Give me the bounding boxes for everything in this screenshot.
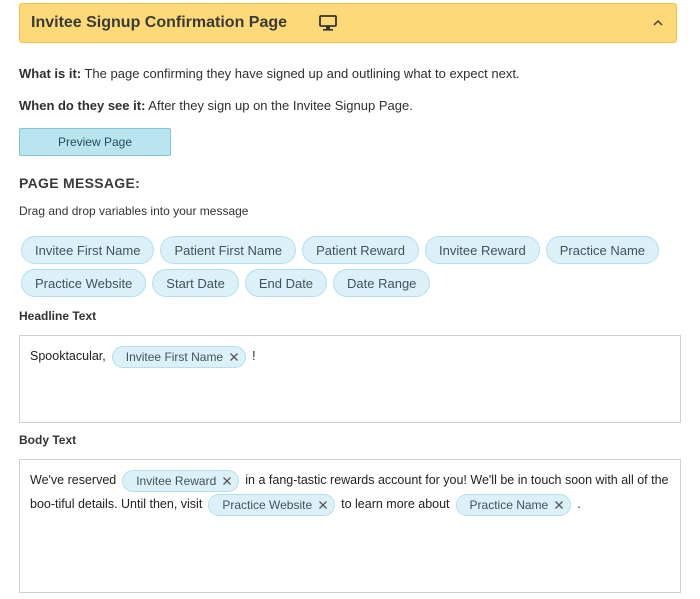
token-label: Invitee First Name: [125, 349, 224, 364]
monitor-icon: [319, 15, 337, 31]
what-is-it-line: What is it: The page confirming they hav…: [19, 66, 520, 81]
body-text: We've reserved: [30, 473, 117, 487]
what-text: The page confirming they have signed up …: [81, 66, 520, 81]
variable-chip[interactable]: Patient Reward: [302, 236, 420, 264]
chevron-up-icon[interactable]: [652, 17, 664, 29]
when-label: When do they see it:: [19, 98, 146, 113]
variable-chip[interactable]: End Date: [244, 269, 328, 297]
body-label: Body Text: [19, 433, 77, 447]
variable-token[interactable]: Invitee First Name: [111, 345, 247, 368]
variable-chip[interactable]: Patient First Name: [160, 236, 297, 264]
variable-token[interactable]: Practice Website: [208, 493, 336, 516]
panel-title: Invitee Signup Confirmation Page: [31, 14, 288, 31]
variable-chip[interactable]: Invitee First Name: [21, 236, 155, 264]
page-message-title: PAGE MESSAGE:: [19, 175, 141, 191]
body-editor[interactable]: We've reserved Invitee Reward in a fang-ta…: [19, 459, 681, 593]
variable-chip[interactable]: Practice Name: [545, 236, 659, 264]
body-text: .: [577, 497, 581, 511]
variable-palette: Invitee First Name Patient First Name Pa…: [19, 236, 679, 302]
when-line: When do they see it: After they sign up …: [19, 98, 413, 113]
headline-label: Headline Text: [19, 309, 97, 323]
variable-token[interactable]: Invitee Reward: [122, 469, 240, 492]
remove-icon[interactable]: [318, 500, 328, 510]
variable-chip[interactable]: Invitee Reward: [425, 236, 540, 264]
headline-text: !: [252, 349, 256, 363]
token-label: Invitee Reward: [136, 473, 217, 488]
token-label: Practice Website: [222, 497, 313, 512]
variable-chip[interactable]: Start Date: [152, 269, 239, 297]
preview-page-button[interactable]: Preview Page: [19, 128, 171, 156]
variable-chip[interactable]: Date Range: [333, 269, 431, 297]
when-text: After they sign up on the Invitee Signup…: [145, 98, 413, 113]
drag-hint: Drag and drop variables into your messag…: [19, 204, 249, 218]
headline-editor[interactable]: Spooktacular, Invitee First Name!: [19, 335, 681, 423]
remove-icon[interactable]: [229, 352, 239, 362]
panel-header[interactable]: Invitee Signup Confirmation Page: [19, 3, 677, 43]
what-label: What is it:: [19, 66, 82, 81]
token-label: Practice Name: [469, 497, 549, 512]
variable-token[interactable]: Practice Name: [455, 493, 572, 516]
remove-icon[interactable]: [222, 476, 232, 486]
headline-text: Spooktacular,: [30, 349, 106, 363]
remove-icon[interactable]: [554, 500, 564, 510]
variable-chip[interactable]: Practice Website: [21, 269, 147, 297]
body-text: to learn more about: [341, 497, 450, 511]
